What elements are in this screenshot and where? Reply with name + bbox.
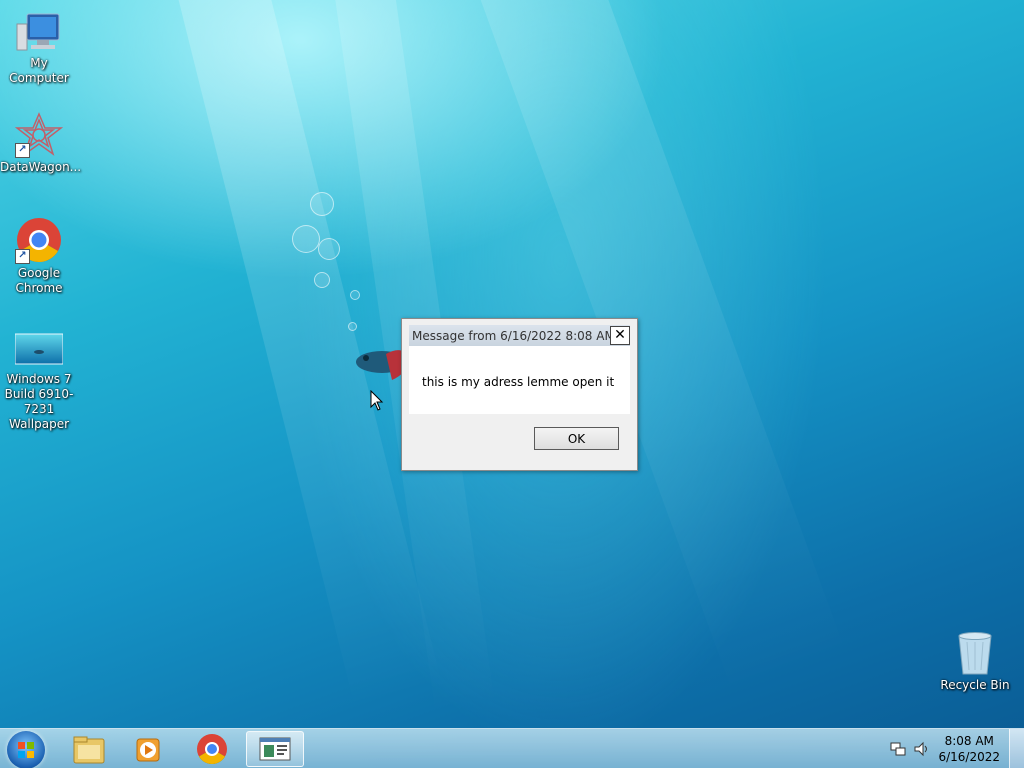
image-file-icon (14, 332, 64, 366)
system-clock[interactable]: 8:08 AM 6/16/2022 (938, 733, 1000, 765)
bubble (314, 272, 330, 288)
media-player-icon (136, 738, 160, 762)
bubble (292, 225, 320, 253)
bubble (318, 238, 340, 260)
taskbar-windows-explorer[interactable] (61, 731, 117, 767)
bubble (310, 192, 334, 216)
taskbar: 8:08 AM 6/16/2022 (0, 728, 1024, 768)
desktop-icon-label: DataWagon... (0, 160, 82, 174)
bubble (348, 322, 357, 331)
shortcut-arrow-icon: ↗ (15, 143, 30, 158)
taskbar-media-player[interactable] (122, 731, 178, 767)
start-button[interactable] (7, 731, 45, 768)
windows-logo-icon (18, 742, 34, 758)
chrome-icon (197, 734, 227, 765)
dialog-titlebar[interactable]: Message from 6/16/2022 8:08 AM ✕ (409, 325, 630, 346)
show-desktop-button[interactable] (1009, 729, 1024, 768)
network-icon[interactable] (889, 740, 907, 758)
bubble (350, 290, 360, 300)
desktop-icon-datawagon[interactable]: ↗ DataWagon... (0, 112, 82, 175)
desktop-icon-my-computer[interactable]: My Computer (0, 10, 78, 86)
desktop-icon-label: Google Chrome (15, 266, 63, 295)
desktop-icon-label: Recycle Bin (940, 678, 1010, 692)
taskbar-message-window[interactable] (246, 731, 304, 767)
desktop-icon-google-chrome[interactable]: ↗ Google Chrome (0, 216, 78, 296)
message-dialog: Message from 6/16/2022 8:08 AM ✕ this is… (401, 318, 638, 471)
desktop-icon-label: Windows 7 Build 6910-7231 Wallpaper (4, 372, 74, 431)
mouse-cursor-icon (370, 390, 384, 411)
windows-explorer-icon (73, 736, 105, 764)
dialog-body: this is my adress lemme open it (409, 346, 630, 414)
clock-date: 6/16/2022 (938, 750, 1000, 764)
message-window-icon (259, 737, 291, 761)
computer-icon (15, 10, 63, 54)
recycle-bin-icon (955, 630, 995, 676)
datawagon-icon: ↗ (14, 112, 64, 158)
chrome-icon: ↗ (15, 216, 63, 264)
desktop-icon-recycle-bin[interactable]: Recycle Bin (936, 630, 1014, 693)
close-button[interactable]: ✕ (610, 326, 630, 345)
desktop-icon-wallpaper-image[interactable]: Windows 7 Build 6910-7231 Wallpaper (0, 332, 78, 432)
taskbar-chrome[interactable] (184, 731, 240, 767)
clock-time: 8:08 AM (944, 734, 994, 748)
volume-icon[interactable] (913, 740, 931, 758)
dialog-message: this is my adress lemme open it (422, 375, 615, 389)
desktop-icon-label: My Computer (9, 56, 69, 85)
shortcut-arrow-icon: ↗ (15, 249, 30, 264)
dialog-title: Message from 6/16/2022 8:08 AM (412, 329, 615, 343)
ok-button[interactable]: OK (534, 427, 619, 450)
